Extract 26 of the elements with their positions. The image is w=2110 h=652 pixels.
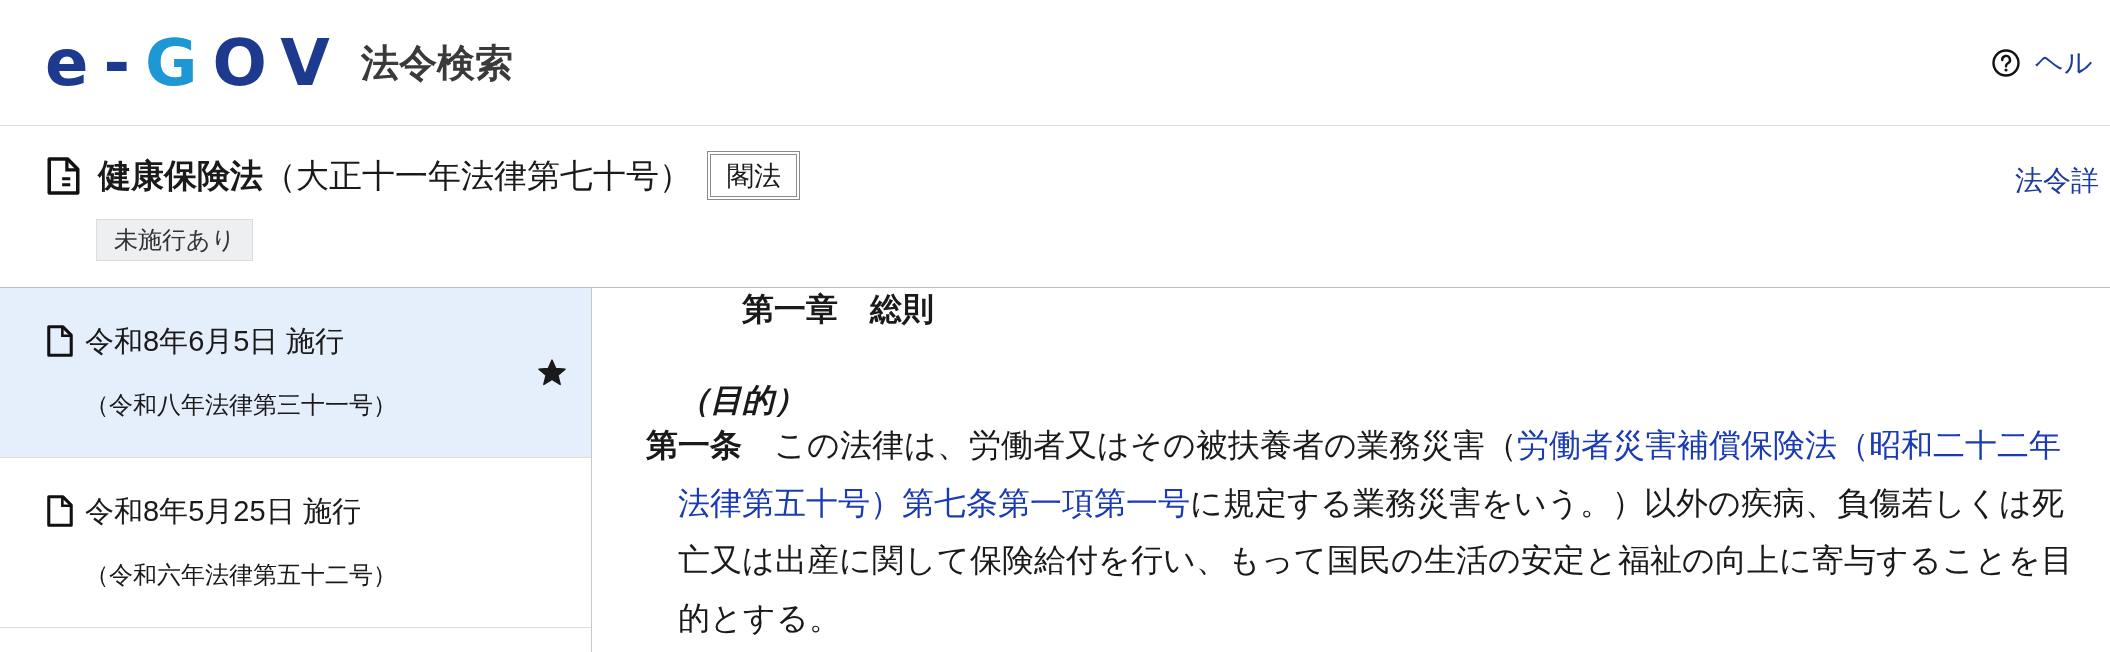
revision-date: 令和8年6月5日 施行: [85, 324, 345, 357]
revision-date: 令和8年5月25日 施行: [85, 494, 361, 527]
revision-list-item[interactable]: 令和8年6月5日 施行 （令和八年法律第三十一号）: [0, 288, 591, 458]
help-icon[interactable]: [1992, 48, 2020, 77]
status-tag: 未施行あり: [96, 219, 253, 261]
article-paragraph: 第一条 この法律は、労働者又はその被扶養者の業務災害（労働者災害補償保険法（昭和二十二年 法律第五十号）第七条第一項第一号に規定する業務災害をいう。）以外の疾病、負傷若しくは死亡又は出産に関して保険給付を行い、もって国民の生活の安定と福祉の向上に寄与することを目的とする。: [646, 426, 2074, 638]
document-icon: [47, 156, 80, 195]
article-caption: （目的）: [678, 384, 806, 416]
logo-text: e-: [45, 27, 145, 98]
logo-text: G: [144, 27, 213, 98]
law-reference-link[interactable]: 法律第五十号）: [678, 484, 902, 521]
logo-text: OV: [212, 27, 345, 98]
amending-law-number: （令和八年法律第三十一号）: [85, 389, 397, 420]
site-logo[interactable]: e-G OV: [45, 27, 345, 98]
help-link[interactable]: ヘル: [2035, 45, 2093, 80]
law-type-label: 閣法: [707, 151, 800, 200]
star-icon[interactable]: [538, 359, 566, 386]
document-icon: [47, 494, 73, 527]
amending-law-number: （令和六年法律第五十二号）: [85, 559, 397, 590]
law-details-link[interactable]: 法令詳: [2015, 163, 2099, 198]
law-reference-link[interactable]: 第七条第一項第一号: [902, 484, 1190, 521]
chapter-title: 第一章 総則: [742, 293, 934, 325]
service-name: 法令検索: [360, 40, 513, 85]
law-reference-link[interactable]: 労働者災害補償保険法（昭和二十二年: [1517, 427, 2061, 463]
law-title: 健康保険法（大正十一年法律第七十号）: [98, 155, 692, 196]
document-icon: [47, 324, 73, 357]
